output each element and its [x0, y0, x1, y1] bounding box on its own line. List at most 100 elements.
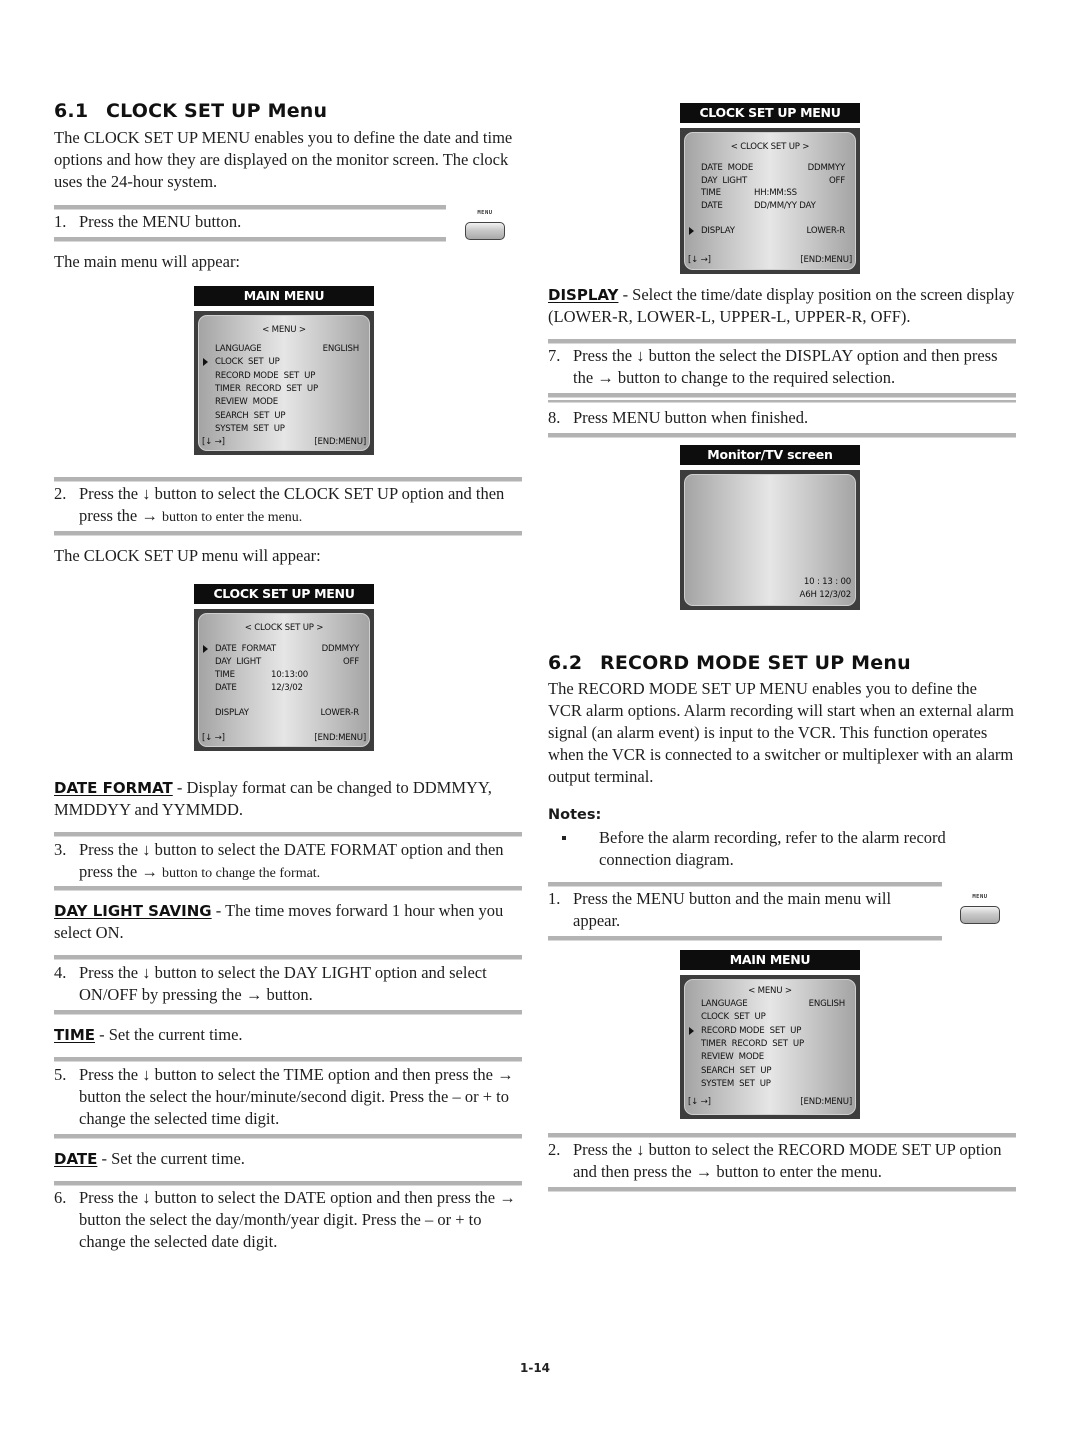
- step-text: Press the MENU button.: [79, 212, 242, 231]
- divider: [548, 1133, 1016, 1138]
- step-6: 6. Press the ↓ button to select the DATE…: [54, 1187, 516, 1253]
- osd-row-value: DDMMYY: [321, 644, 360, 654]
- osd-row-label: DAY LIGHT: [701, 175, 748, 186]
- osd-row-label: DAY LIGHT: [215, 657, 262, 667]
- clock-setup-osd: CLOCK SET UP MENU < CLOCK SET UP > [↓ →]…: [194, 584, 374, 751]
- osd-menu-row: TIME 10:13:00: [215, 670, 359, 680]
- osd-title: MAIN MENU: [680, 950, 860, 970]
- osd-screen: < MENU > [↓ →] [END:MENU] LANGUAGE ENGLIS…: [198, 315, 370, 451]
- description-text: - Set the current time.: [95, 1025, 243, 1044]
- osd-row-label: TIMER RECORD SET UP: [215, 383, 318, 394]
- osd-row-value: DDMMYY: [807, 163, 846, 173]
- osd-row-label: DISPLAY: [215, 708, 249, 718]
- osd-nav-hint: [↓ →]: [688, 255, 711, 265]
- osd-row-label: SYSTEM SET UP: [215, 423, 285, 434]
- osd-end-hint: [END:MENU]: [800, 255, 852, 265]
- osd-screen: < CLOCK SET UP > [↓ →] [END:MENU] DATE F…: [198, 613, 370, 747]
- notes-list: Before the alarm recording, refer to the…: [562, 827, 994, 871]
- divider: [548, 400, 1016, 403]
- osd-menu-row: RECORD MODE SET UP: [689, 1026, 845, 1036]
- step-2: 2. Press the ↓ button to select the CLOC…: [54, 483, 522, 529]
- osd-row-label: DATE MODE: [701, 163, 754, 173]
- osd-row-label: DATE: [215, 683, 237, 693]
- osd-menu-row: DAY LIGHT OFF: [215, 657, 359, 667]
- osd-row-label: REVIEW MODE: [215, 397, 279, 408]
- osd-menu-row: SYSTEM SET UP: [701, 1079, 845, 1089]
- osd-nav-hint: [↓ →]: [688, 1097, 711, 1107]
- section-intro: The RECORD MODE SET UP MENU enables you …: [548, 679, 1014, 786]
- osd-row-label: SEARCH SET UP: [215, 410, 286, 421]
- osd-row-label: CLOCK SET UP: [701, 1012, 766, 1023]
- divider: [548, 339, 1016, 344]
- button-icon: [960, 906, 1000, 924]
- osd-row-value: LOWER-R: [806, 226, 846, 236]
- osd-screen: < CLOCK SET UP > [↓ →] [END:MENU] DATE M…: [684, 132, 856, 270]
- osd-header: < MENU >: [262, 325, 306, 335]
- step-8: 8. Press MENU button when finished.: [548, 407, 1016, 429]
- osd-menu-row: REVIEW MODE: [215, 397, 359, 407]
- osd-menu-row: LANGUAGE ENGLISH: [701, 999, 845, 1009]
- osd-row-label: DISPLAY: [701, 226, 735, 236]
- osd-menu-row: DATE 12/3/02: [215, 683, 359, 693]
- menu-button-label: MENU: [972, 894, 988, 900]
- keyword: DISPLAY: [548, 286, 619, 304]
- step-3: 3. Press the ↓ button to select the DATE…: [54, 839, 522, 885]
- step-text: Press the ↓ button to select the RECORD …: [573, 1140, 1002, 1181]
- keyword: DAY LIGHT SAVING: [54, 902, 212, 920]
- osd-row-value: LOWER-R: [320, 708, 360, 718]
- main-menu-osd: MAIN MENU < MENU > [↓ →] [END:MENU] LANG…: [680, 950, 860, 1119]
- step-1: 1. Press the MENU button.: [54, 211, 446, 233]
- osd-menu-row: DATE MODE DDMMYY: [701, 163, 845, 173]
- main-menu-osd: MAIN MENU < MENU > [↓ →] [END:MENU] LANG…: [194, 286, 374, 455]
- step-text-small: button to change the format.: [161, 866, 321, 881]
- menu-button-label: MENU: [477, 210, 493, 216]
- section-number: 6.2: [548, 652, 583, 674]
- date-description: DATE - Set the current time.: [54, 1148, 245, 1170]
- osd-title: CLOCK SET UP MENU: [194, 584, 374, 604]
- step-2: 2. Press the ↓ button to select the RECO…: [548, 1139, 1016, 1183]
- time-description: TIME - Set the current time.: [54, 1024, 243, 1046]
- osd-end-hint: [END:MENU]: [314, 733, 366, 743]
- osd-title: MAIN MENU: [194, 286, 374, 306]
- osd-menu-row: SEARCH SET UP: [701, 1066, 845, 1076]
- osd-menu-row: TIMER RECORD SET UP: [701, 1039, 845, 1049]
- clock-menu-caption: The CLOCK SET UP menu will appear:: [54, 546, 321, 565]
- divider: [54, 205, 446, 210]
- divider: [54, 886, 522, 891]
- step-number: 2.: [548, 1140, 561, 1159]
- main-menu-caption: The main menu will appear:: [54, 252, 241, 271]
- divider: [54, 1181, 522, 1186]
- osd-end-hint: [END:MENU]: [314, 437, 366, 447]
- step-number: 7.: [548, 346, 561, 365]
- osd-row-label: SEARCH SET UP: [701, 1065, 772, 1076]
- button-icon: [465, 222, 505, 240]
- step-number: 8.: [548, 408, 561, 427]
- osd-row-label: TIME: [701, 188, 721, 198]
- step-4: 4. Press the ↓ button to select the DAY …: [54, 962, 526, 1006]
- notes-heading: Notes:: [548, 807, 602, 823]
- divider: [548, 882, 942, 887]
- step-number: 1.: [548, 889, 561, 908]
- osd-row-label: REVIEW MODE: [701, 1052, 765, 1063]
- osd-row-label: TIME: [215, 670, 235, 680]
- osd-row-value: HH:MM:SS: [754, 188, 797, 198]
- osd-end-hint: [END:MENU]: [800, 1097, 852, 1107]
- step-text: Press the ↓ button to select the DATE op…: [79, 1188, 516, 1251]
- osd-menu-row: DAY LIGHT OFF: [701, 176, 845, 186]
- divider: [54, 237, 446, 242]
- divider: [54, 1010, 522, 1015]
- date-format-description: DATE FORMAT - Display format can be chan…: [54, 777, 522, 821]
- osd-title: CLOCK SET UP MENU: [680, 103, 860, 123]
- step-text: Press the ↓ button to select the TIME op…: [79, 1065, 514, 1128]
- osd-menu-row: SYSTEM SET UP: [215, 424, 359, 434]
- osd-menu-row: CLOCK SET UP: [203, 357, 359, 367]
- note-item: Before the alarm recording, refer to the…: [599, 828, 946, 869]
- step-7: 7. Press the ↓ button the select the DIS…: [548, 345, 1016, 389]
- divider: [54, 477, 522, 482]
- osd-menu-row: TIMER RECORD SET UP: [215, 384, 359, 394]
- osd-row-label: TIMER RECORD SET UP: [701, 1038, 804, 1049]
- step-text: Press the ↓ button to select the DAY LIG…: [79, 963, 487, 1004]
- monitor-tv-screen: Monitor/TV screen 10 : 13 : 00 A6H 12/3/…: [680, 445, 860, 610]
- step-number: 6.: [54, 1188, 67, 1207]
- osd-row-value: OFF: [342, 657, 359, 667]
